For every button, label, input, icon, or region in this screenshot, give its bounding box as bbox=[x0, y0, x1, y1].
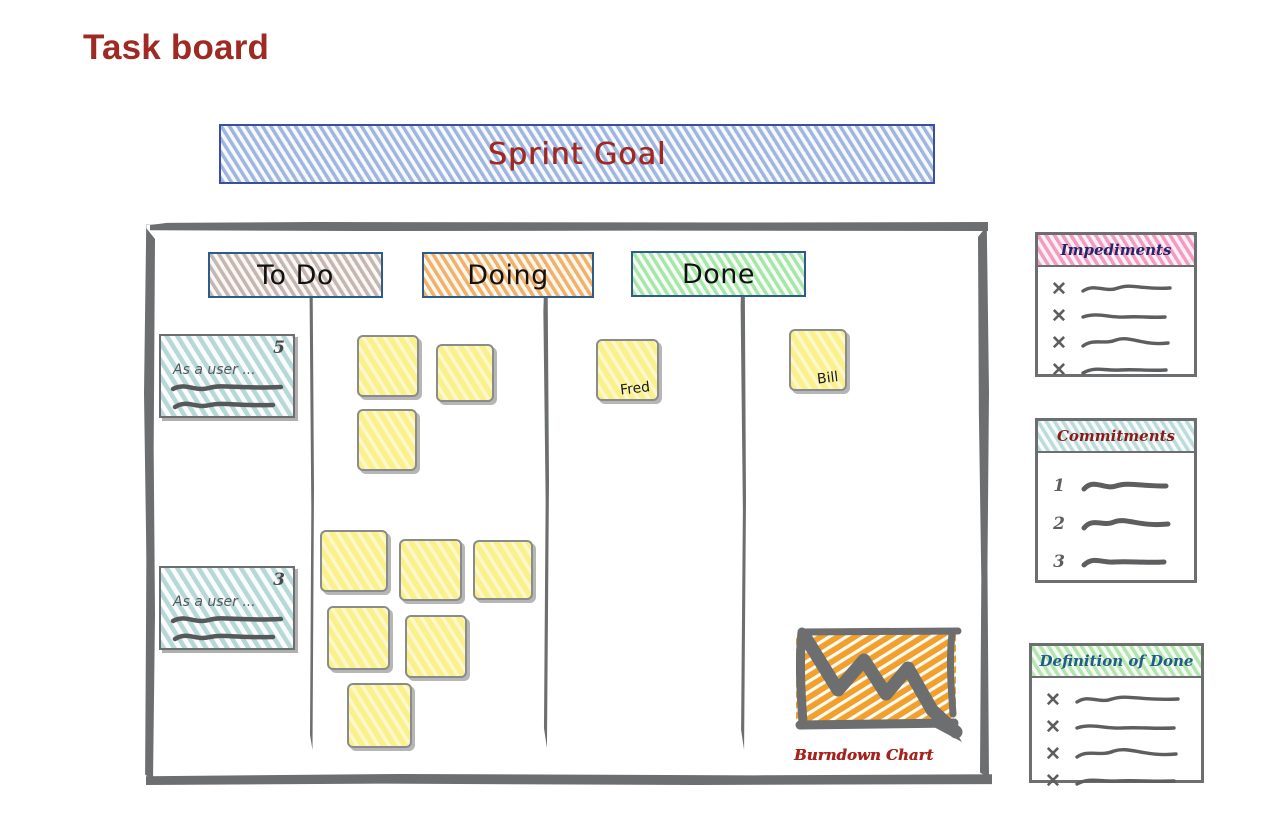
column-header-doing[interactable]: Doing bbox=[422, 252, 594, 298]
story-text: As a user ... bbox=[173, 362, 256, 378]
x-icon: ✕ bbox=[1051, 358, 1067, 381]
panel-commitments-rows: 1 2 3 bbox=[1038, 453, 1194, 589]
page-title: Task board bbox=[83, 28, 270, 67]
task-note[interactable] bbox=[327, 606, 390, 670]
burndown-chart[interactable]: Burndown Chart bbox=[782, 622, 987, 777]
task-note[interactable] bbox=[399, 539, 462, 601]
burndown-chart-label: Burndown Chart bbox=[794, 746, 934, 764]
column-label-doing: Doing bbox=[467, 259, 549, 291]
row-squiggle-icon bbox=[1075, 778, 1176, 786]
board-frame-left bbox=[144, 228, 155, 780]
panel-row[interactable]: 2 bbox=[1038, 505, 1194, 543]
panel-row[interactable]: ✕ bbox=[1038, 356, 1194, 383]
slide-canvas: Task board Sprint Goal 5 As a user ... 3… bbox=[0, 0, 1280, 816]
panel-row[interactable]: 3 bbox=[1038, 543, 1194, 581]
task-note[interactable] bbox=[405, 615, 467, 678]
task-note[interactable] bbox=[357, 409, 417, 471]
column-header-done[interactable]: Done bbox=[631, 251, 806, 297]
row-number: 2 bbox=[1053, 514, 1065, 534]
x-icon: ✕ bbox=[1045, 715, 1061, 738]
panel-row[interactable]: ✕ bbox=[1038, 302, 1194, 329]
row-squiggle-icon bbox=[1081, 557, 1167, 568]
x-icon: ✕ bbox=[1045, 769, 1061, 792]
task-note[interactable] bbox=[436, 344, 494, 402]
panel-row[interactable]: ✕ bbox=[1032, 767, 1201, 794]
row-number: 3 bbox=[1053, 552, 1065, 572]
sprint-goal-banner[interactable]: Sprint Goal bbox=[219, 124, 935, 184]
task-note[interactable] bbox=[357, 335, 419, 397]
panel-impediments-title: Impediments bbox=[1060, 241, 1172, 259]
task-note[interactable] bbox=[347, 683, 412, 748]
column-label-todo: To Do bbox=[257, 259, 334, 291]
task-note[interactable] bbox=[320, 530, 388, 592]
row-squiggle-icon bbox=[1081, 518, 1171, 531]
sprint-goal-label: Sprint Goal bbox=[487, 136, 667, 172]
panel-row[interactable]: ✕ bbox=[1038, 275, 1194, 302]
panel-impediments[interactable]: Impediments ✕ ✕ ✕ ✕ bbox=[1035, 232, 1197, 381]
task-note-owner: Bill bbox=[815, 369, 839, 388]
column-label-done: Done bbox=[681, 258, 756, 290]
row-squiggle-icon bbox=[1081, 283, 1172, 293]
story-card[interactable]: 5 As a user ... bbox=[159, 334, 295, 418]
column-header-todo[interactable]: To Do bbox=[208, 252, 383, 298]
board-frame-top bbox=[150, 222, 988, 231]
task-board: 5 As a user ... 3 As a user ... Fred Bil… bbox=[138, 218, 992, 788]
burndown-graphic bbox=[795, 627, 963, 742]
x-icon: ✕ bbox=[1045, 688, 1061, 711]
panel-commitments-title: Commitments bbox=[1056, 427, 1175, 445]
panel-row[interactable]: 1 bbox=[1038, 467, 1194, 505]
panel-commitments[interactable]: Commitments 1 2 3 bbox=[1035, 418, 1197, 583]
panel-row[interactable]: ✕ bbox=[1032, 686, 1201, 713]
task-note[interactable] bbox=[473, 540, 533, 600]
panel-definition-of-done[interactable]: Definition of Done ✕ ✕ ✕ ✕ bbox=[1029, 643, 1204, 792]
row-squiggle-icon bbox=[1075, 723, 1176, 730]
row-squiggle-icon bbox=[1075, 747, 1178, 759]
row-squiggle-icon bbox=[1075, 695, 1180, 704]
row-squiggle-icon bbox=[1081, 336, 1170, 348]
story-text: As a user ... bbox=[173, 594, 256, 610]
panel-dod-rows: ✕ ✕ ✕ ✕ bbox=[1032, 678, 1201, 802]
panel-impediments-header: Impediments bbox=[1038, 235, 1194, 267]
row-squiggle-icon bbox=[1081, 367, 1168, 375]
story-squiggle-lines bbox=[170, 616, 284, 642]
task-note-owner: Fred bbox=[619, 379, 651, 399]
row-squiggle-icon bbox=[1081, 481, 1169, 492]
story-card[interactable]: 3 As a user ... bbox=[159, 566, 295, 650]
x-icon: ✕ bbox=[1051, 304, 1067, 327]
panel-dod-title: Definition of Done bbox=[1039, 652, 1194, 670]
row-number: 1 bbox=[1053, 476, 1065, 496]
panel-row[interactable]: ✕ bbox=[1038, 329, 1194, 356]
panel-dod-header: Definition of Done bbox=[1032, 646, 1201, 678]
panel-commitments-header: Commitments bbox=[1038, 421, 1194, 453]
story-squiggle-lines bbox=[170, 384, 284, 410]
task-note-doing[interactable]: Fred bbox=[596, 339, 659, 401]
story-points: 3 bbox=[273, 570, 285, 590]
panel-impediments-rows: ✕ ✕ ✕ ✕ bbox=[1038, 267, 1194, 391]
task-note-done[interactable]: Bill bbox=[789, 329, 847, 391]
story-points: 5 bbox=[273, 338, 285, 358]
x-icon: ✕ bbox=[1051, 331, 1067, 354]
row-squiggle-icon bbox=[1081, 312, 1167, 319]
x-icon: ✕ bbox=[1045, 742, 1061, 765]
panel-row[interactable]: ✕ bbox=[1032, 713, 1201, 740]
x-icon: ✕ bbox=[1051, 277, 1067, 300]
panel-row[interactable]: ✕ bbox=[1032, 740, 1201, 767]
